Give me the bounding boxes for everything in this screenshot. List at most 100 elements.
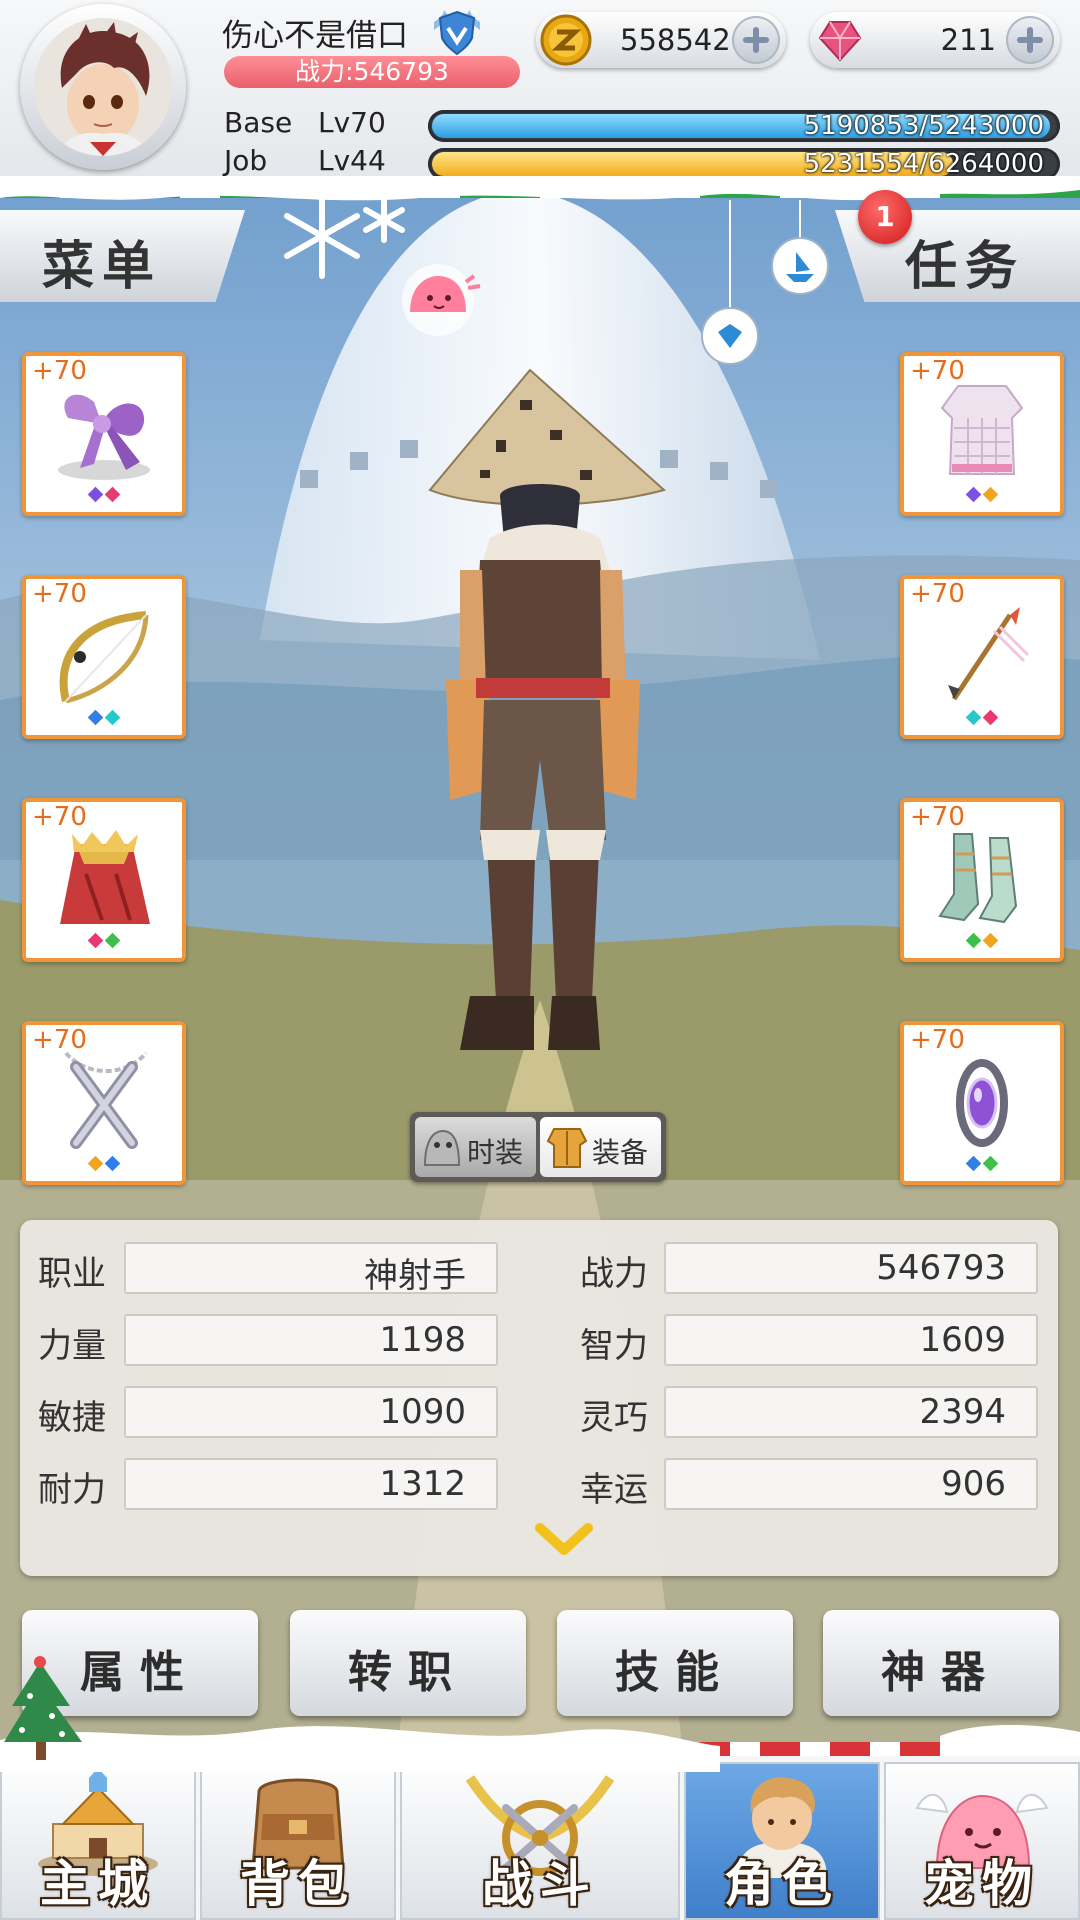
gem-pink — [87, 932, 104, 949]
stat-label-class: 职业 — [38, 1254, 106, 1294]
stat-label-luk: 幸运 — [580, 1470, 648, 1510]
quest-notification-badge: 1 — [858, 190, 912, 244]
base-level-value: Lv70 — [318, 106, 386, 139]
nav-label-battle: 战斗 — [482, 1855, 598, 1913]
nav-item-main-city[interactable]: 主城 — [0, 1762, 196, 1920]
stat-value-box: 1609 — [664, 1314, 1038, 1366]
stat-label-int: 智力 — [580, 1326, 648, 1366]
job-change-button[interactable]: 转职 — [290, 1610, 526, 1716]
player-header: 伤心不是借口 战力:546793 Base Lv70 5190853/52430… — [0, 0, 1080, 185]
nav-label-pet: 宠物 — [924, 1855, 1040, 1913]
socket-gems — [904, 931, 1060, 950]
base-level-label: Base — [224, 106, 293, 139]
socket-gems — [26, 1154, 182, 1173]
christmas-ornaments-icon — [701, 200, 829, 365]
stat-value-str: 1198 — [379, 1320, 466, 1360]
nav-item-backpack[interactable]: 背包 — [200, 1762, 396, 1920]
costume-tab[interactable]: 时装 — [415, 1117, 536, 1177]
job-level-value: Lv44 — [318, 144, 386, 177]
socket-gems — [26, 708, 182, 727]
gem-green — [965, 932, 982, 949]
socket-gems — [904, 708, 1060, 727]
gem-cyan — [104, 709, 121, 726]
avatar-frame[interactable] — [20, 4, 186, 170]
nav-item-character[interactable]: 角色 — [684, 1762, 880, 1920]
socket-gems — [904, 1154, 1060, 1173]
add-gems-button[interactable] — [1006, 16, 1054, 64]
equip-slot-ammo[interactable]: +70 — [900, 575, 1064, 739]
avatar[interactable] — [34, 18, 172, 156]
stat-value-dex: 2394 — [919, 1392, 1006, 1432]
golden-armor-icon — [546, 1125, 588, 1169]
add-zeny-button[interactable] — [732, 16, 780, 64]
gem-orange — [982, 932, 999, 949]
equip-slot-shoes[interactable]: +70 — [900, 798, 1064, 962]
gem-pink — [982, 709, 999, 726]
socket-gems — [26, 485, 182, 504]
stat-value-class: 神射手 — [364, 1256, 466, 1296]
nav-label-main-city: 主城 — [40, 1855, 156, 1913]
character-model — [428, 368, 667, 1050]
player-name: 伤心不是借口 — [222, 18, 408, 54]
equip-slot-headgear[interactable]: +70 — [22, 352, 186, 516]
combat-power-badge: 战力:546793 — [224, 56, 520, 88]
stat-value-box: 2394 — [664, 1386, 1038, 1438]
bottom-nav: 主城 背包 战斗 角色 宠物 — [0, 1746, 1080, 1920]
stat-value-box: 1198 — [124, 1314, 498, 1366]
gem-green — [982, 1155, 999, 1172]
equip-slot-accessory-right[interactable]: +70 — [900, 1021, 1064, 1185]
nav-item-battle[interactable]: 战斗 — [400, 1762, 680, 1920]
vip-shield-icon — [434, 10, 480, 56]
nav-item-pet[interactable]: 宠物 — [884, 1762, 1080, 1920]
menu-button[interactable]: 菜单 — [0, 210, 245, 302]
stat-value-vit: 1312 — [379, 1464, 466, 1504]
costume-ghost-icon — [421, 1125, 463, 1169]
stats-panel: 职业 神射手 战力 546793 力量 1198 智力 1609 敏捷 1090… — [20, 1220, 1058, 1576]
nav-label-character: 角色 — [724, 1855, 840, 1913]
zeny-counter: 558542 — [536, 12, 786, 68]
equip-slot-weapon[interactable]: +70 — [22, 575, 186, 739]
gem-cyan — [965, 709, 982, 726]
stat-value-power: 546793 — [876, 1248, 1006, 1288]
menu-button-label: 菜单 — [42, 237, 163, 297]
boots-icon — [938, 833, 1018, 924]
amethyst-ring-icon — [956, 1059, 1008, 1147]
stat-value-box: 神射手 — [124, 1242, 498, 1296]
job-exp-bar: 5231554/6264000 — [428, 148, 1060, 180]
gem-orange — [87, 1155, 104, 1172]
red-cape-icon — [60, 830, 150, 924]
stat-label-agi: 敏捷 — [38, 1398, 106, 1438]
pink-crystal-icon — [818, 21, 862, 62]
stat-label-dex: 灵巧 — [580, 1398, 648, 1438]
nav-label-backpack: 背包 — [240, 1855, 356, 1913]
gem-green — [104, 932, 121, 949]
job-exp-text: 5231554/6264000 — [803, 149, 1044, 179]
gem-blue — [965, 1155, 982, 1172]
equipment-tab[interactable]: 装备 — [540, 1117, 661, 1177]
snowflake-icon — [284, 193, 405, 279]
equip-slot-armor[interactable]: +70 — [900, 352, 1064, 516]
arrow-icon — [948, 607, 1030, 701]
poring-helper-icon[interactable] — [396, 258, 486, 338]
artifact-button[interactable]: 神器 — [823, 1610, 1059, 1716]
cross-necklace-icon — [64, 1051, 148, 1149]
gem-blue — [87, 709, 104, 726]
gem-orange — [982, 486, 999, 503]
gem-blue — [104, 1155, 121, 1172]
stat-value-agi: 1090 — [379, 1392, 466, 1432]
equip-slot-accessory-left[interactable]: +70 — [22, 1021, 186, 1185]
chevron-down-icon[interactable] — [534, 1522, 594, 1558]
stat-value-box: 1312 — [124, 1458, 498, 1510]
christmas-tree-icon — [4, 1656, 82, 1760]
equipment-tab-label: 装备 — [592, 1136, 649, 1169]
skills-button[interactable]: 技能 — [557, 1610, 793, 1716]
bow-icon — [59, 611, 149, 704]
artifact-button-label: 神器 — [881, 1647, 1001, 1698]
stat-value-int: 1609 — [919, 1320, 1006, 1360]
equip-slot-garment[interactable]: +70 — [22, 798, 186, 962]
stat-value-box: 546793 — [664, 1242, 1038, 1294]
gem-purple — [965, 486, 982, 503]
skills-button-label: 技能 — [615, 1647, 735, 1698]
quest-button-label: 任务 — [905, 237, 1026, 297]
armor-dress-icon — [940, 385, 1024, 475]
